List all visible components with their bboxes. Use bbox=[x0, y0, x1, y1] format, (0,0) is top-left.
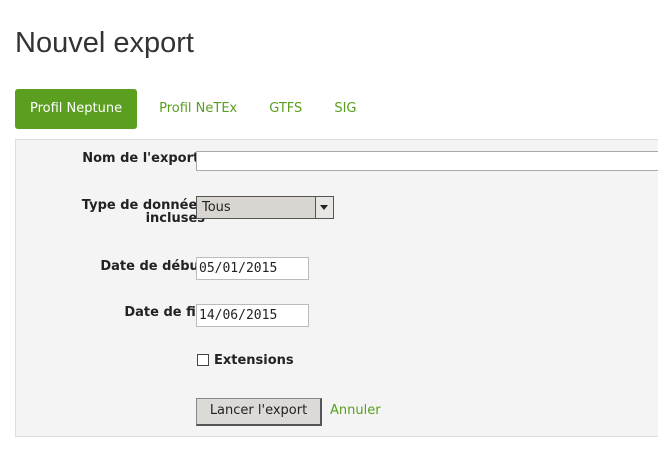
tab-sig[interactable]: SIG bbox=[334, 89, 356, 129]
end-date-label: Date de fin bbox=[124, 305, 205, 320]
chevron-down-icon[interactable] bbox=[315, 197, 333, 218]
end-date-input[interactable]: 14/06/2015 bbox=[196, 304, 309, 327]
start-date-input[interactable]: 05/01/2015 bbox=[196, 257, 309, 280]
cancel-link[interactable]: Annuler bbox=[330, 403, 381, 418]
tab-profil-neptune[interactable]: Profil Neptune bbox=[15, 89, 138, 129]
data-type-select[interactable]: Tous bbox=[196, 196, 334, 219]
data-type-selected-value: Tous bbox=[202, 200, 231, 215]
extensions-checkbox[interactable] bbox=[197, 354, 209, 366]
tab-gtfs[interactable]: GTFS bbox=[269, 89, 302, 129]
export-profile-tabs: Profil Neptune Profil NeTEx GTFS SIG bbox=[15, 89, 356, 129]
data-type-label-line2: incluses bbox=[145, 211, 205, 226]
export-name-label-text: Nom de l'export bbox=[82, 151, 200, 166]
launch-export-button[interactable]: Lancer l'export bbox=[196, 398, 322, 426]
export-form: Nom de l'export* Type de données incluse… bbox=[15, 139, 658, 437]
tab-profil-netex[interactable]: Profil NeTEx bbox=[159, 89, 237, 129]
start-date-label: Date de début bbox=[100, 259, 205, 274]
extensions-label[interactable]: Extensions bbox=[214, 353, 294, 368]
export-name-label: Nom de l'export* bbox=[82, 152, 205, 165]
data-type-label: Type de données incluses bbox=[82, 199, 205, 225]
export-name-input[interactable] bbox=[196, 151, 658, 171]
page-title: Nouvel export bbox=[15, 27, 194, 59]
